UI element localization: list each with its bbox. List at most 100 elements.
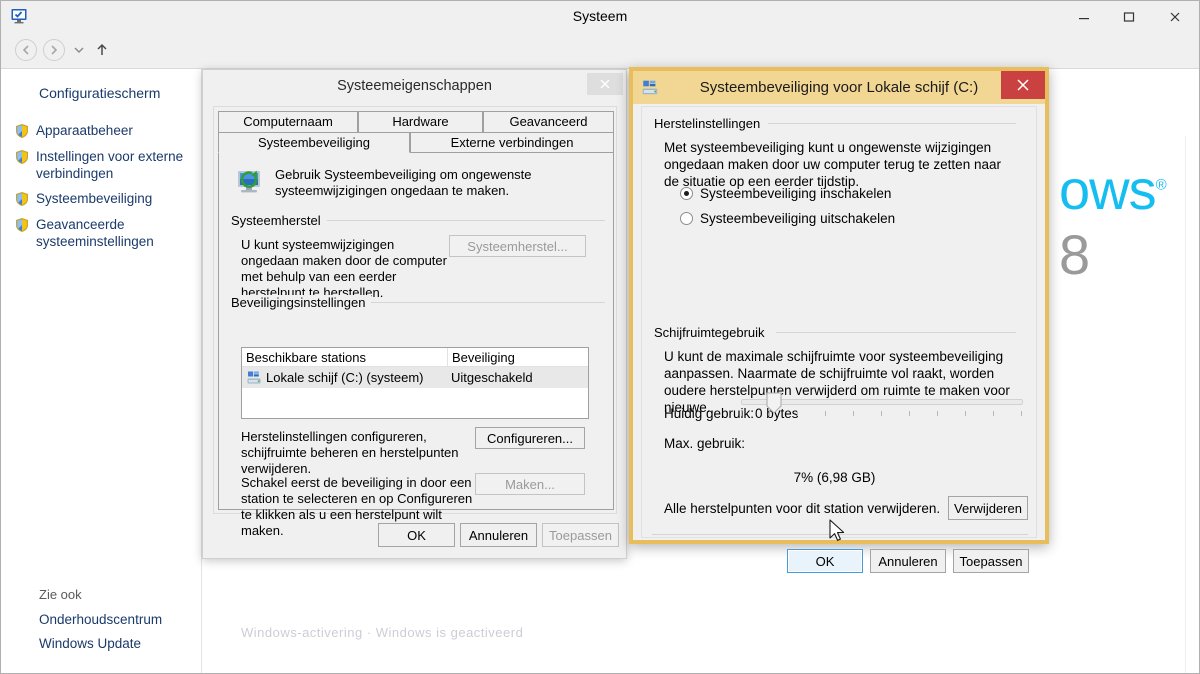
table-cell-drive: Lokale schijf (C:) (systeem) [266, 370, 424, 385]
group-divider [768, 123, 1016, 124]
radio-systeembeveiliging-uitschakelen[interactable]: Systeembeveiliging uitschakelen [680, 211, 895, 226]
hard-drive-icon [247, 371, 261, 383]
table-cell-protection: Uitgeschakeld [451, 370, 533, 385]
close-icon [600, 79, 610, 89]
max-usage-label: Max. gebruik: [664, 436, 746, 451]
brand-registered-mark: ® [1155, 176, 1167, 194]
table-header: Beschikbare stations Beveiliging [242, 348, 588, 367]
verwijderen-button[interactable]: Verwijderen [948, 496, 1028, 520]
window-titlebar: Systeem [1, 1, 1199, 32]
annuleren-button[interactable]: Annuleren [460, 523, 537, 547]
tab-intro-text: Gebruik Systeembeveiliging om ongewenste… [275, 167, 532, 198]
radio-systeembeveiliging-inschakelen[interactable]: Systeembeveiliging inschakelen [680, 186, 891, 201]
sidebar-header[interactable]: Configuratiescherm [39, 85, 160, 101]
see-also-link-onderhoudscentrum[interactable]: Onderhoudscentrum [39, 612, 162, 627]
configure-description: Herstelinstellingen configureren, schijf… [241, 429, 459, 476]
tab-panel-systeembeveiliging: Gebruik Systeembeveiliging om ongewenste… [218, 152, 614, 538]
toepassen-button[interactable]: Toepassen [953, 549, 1029, 573]
shield-icon [16, 192, 28, 206]
group-label-schijfruimtegebruik: Schijfruimtegebruik [654, 325, 771, 340]
dialog2-inner-frame: Herstelinstellingen Met systeembeveiligi… [641, 106, 1037, 573]
dialog2-title: Systeembeveiliging voor Lokale schijf (C… [699, 79, 979, 96]
group-divider [365, 302, 605, 303]
vertical-scrollbar[interactable] [1185, 136, 1199, 673]
group-divider [317, 220, 605, 221]
radio-button-on[interactable] [680, 187, 693, 200]
dialog-title: Systeemeigenschappen [337, 78, 492, 94]
shield-icon [16, 124, 28, 138]
toepassen-button[interactable]: Toepassen [542, 523, 619, 547]
tab-computernaam[interactable]: Computernaam [218, 111, 358, 132]
back-button[interactable] [15, 39, 37, 61]
sidebar-item-label: Systeembeveiliging [36, 191, 153, 206]
dialog-close-button[interactable] [587, 73, 623, 95]
sidebar-item-geavanceerde-systeeminstellingen[interactable]: Geavanceerde systeeminstellingen [14, 216, 194, 250]
shield-icon [16, 218, 28, 232]
group-label-herstelinstellingen: Herstelinstellingen [654, 116, 767, 131]
shield-icon [16, 150, 28, 164]
close-button[interactable] [1151, 1, 1199, 32]
tab-hardware[interactable]: Hardware [358, 111, 483, 132]
group-label-beveiligingsinstellingen: Beveiligingsinstellingen [231, 295, 372, 310]
system-protection-dialog: Systeembeveiliging voor Lokale schijf (C… [629, 67, 1049, 573]
minimize-button[interactable] [1061, 1, 1106, 32]
delete-restore-points-text: Alle herstelpunten voor dit station verw… [664, 501, 941, 516]
column-header-beschikbare-stations[interactable]: Beschikbare stations [242, 348, 447, 367]
group-divider [776, 332, 1016, 333]
navigation-toolbar: ▸ Configuratiescherm ▸ Alle Configuratie… [1, 32, 1199, 93]
configureren-button[interactable]: Configureren... [475, 427, 585, 449]
sidebar-item-label: Geavanceerde systeeminstellingen [36, 217, 154, 249]
sidebar-item-label: Instellingen voor externe verbindingen [36, 149, 184, 181]
tab-systeembeveiliging[interactable]: Systeembeveiliging [218, 132, 410, 153]
recent-locations-button[interactable] [73, 45, 85, 55]
sidebar: Configuratiescherm Apparaatbeheer Instel… [2, 69, 202, 673]
max-usage-value: 7% (6,98 GB) [793, 470, 876, 485]
group-label-systeemherstel: Systeemherstel [231, 213, 327, 228]
see-also-link-windows-update[interactable]: Windows Update [39, 636, 141, 651]
maken-button[interactable]: Maken... [475, 473, 585, 495]
back-arrow-icon [22, 45, 29, 55]
restore-description: U kunt systeemwijzigingen ongedaan maken… [241, 237, 447, 300]
restore-settings-description: Met systeembeveiliging kunt u ongewenste… [664, 140, 1001, 189]
windows-brand-logo: ows® 8 [1059, 157, 1185, 287]
brand-version: 8 [1059, 223, 1090, 286]
arrow-cursor [829, 519, 845, 541]
dialog2-titlebar: Systeembeveiliging voor Lokale schijf (C… [633, 71, 1045, 104]
ok-button[interactable]: OK [787, 549, 863, 573]
dialog-footer: OK Annuleren Toepassen [203, 512, 626, 558]
forward-arrow-icon [51, 45, 58, 55]
max-usage-slider-track[interactable] [741, 399, 1023, 405]
window-title: Systeem [572, 8, 628, 24]
ok-button[interactable]: OK [378, 523, 455, 547]
system-properties-screen: Systeem Configuratiescherm Apparaatbehee… [0, 0, 1200, 674]
sidebar-item-externe-verbindingen[interactable]: Instellingen voor externe verbindingen [14, 148, 194, 182]
sidebar-item-systeembeveiliging[interactable]: Systeembeveiliging [14, 190, 194, 207]
sidebar-item-apparaatbeheer[interactable]: Apparaatbeheer [14, 122, 194, 139]
annuleren-button[interactable]: Annuleren [870, 549, 946, 573]
radio-label: Systeembeveiliging uitschakelen [700, 211, 896, 226]
forward-button[interactable] [43, 39, 65, 61]
column-header-beveiliging[interactable]: Beveiliging [447, 348, 590, 367]
dialog2-close-button[interactable] [1001, 71, 1045, 99]
brand-text: ows [1059, 158, 1157, 221]
see-also-header: Zie ook [39, 587, 82, 602]
sidebar-item-label: Apparaatbeheer [36, 123, 133, 138]
systeemherstel-button[interactable]: Systeemherstel... [449, 235, 586, 257]
radio-label: Systeembeveiliging inschakelen [700, 186, 892, 201]
system-restore-icon [238, 170, 260, 193]
window-controls [1061, 1, 1199, 32]
maximize-button[interactable] [1106, 1, 1151, 32]
table-row[interactable]: Lokale schijf (C:) (systeem) Uitgeschake… [242, 367, 588, 388]
dialog2-body: Herstelinstellingen Met systeembeveiligi… [633, 104, 1045, 573]
slider-ticks [741, 411, 1023, 417]
protection-settings-table[interactable]: Beschikbare stations Beveiliging Lokale … [241, 347, 589, 419]
tab-geavanceerd[interactable]: Geavanceerd [483, 111, 614, 132]
background-activation-text: Windows-activering · Windows is geactive… [241, 625, 524, 640]
dialog-body: Computernaam Hardware Geavanceerd Systee… [213, 106, 617, 538]
tab-strip: Computernaam Hardware Geavanceerd Systee… [218, 111, 614, 153]
up-button[interactable] [93, 42, 111, 58]
radio-button-off[interactable] [680, 212, 693, 225]
tab-externe-verbindingen[interactable]: Externe verbindingen [410, 132, 614, 153]
system-properties-dialog: Systeemeigenschappen Computernaam Hardwa… [202, 69, 627, 559]
close-icon [1017, 79, 1029, 91]
